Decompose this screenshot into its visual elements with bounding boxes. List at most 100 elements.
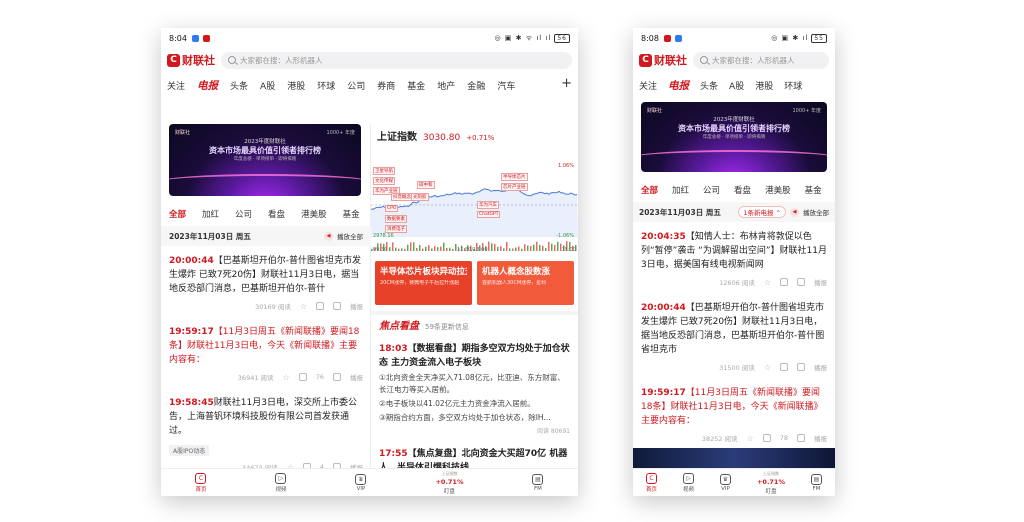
- nav-tab[interactable]: 环球: [784, 79, 802, 92]
- subtab[interactable]: 港美股: [765, 184, 791, 196]
- news-thumbnail-image[interactable]: [633, 448, 835, 468]
- focus-news-item[interactable]: 18:03【数据看盘】期指多空双方均处于加仓状态 主力资金流入电子板块 ①北向资金…: [371, 336, 578, 441]
- nav-tab[interactable]: 电报: [197, 78, 218, 93]
- listen-button[interactable]: 播报: [814, 277, 827, 287]
- comment-icon[interactable]: [298, 373, 307, 381]
- tab-video[interactable]: ▷ 视频: [275, 472, 287, 493]
- tab-watch[interactable]: 上证指数 +0.71% 盯盘: [435, 471, 463, 495]
- share-icon[interactable]: [797, 278, 805, 286]
- status-bar: 8:04 ◎ ▣ ✱ ᯤ ıl ıl 56: [161, 28, 578, 48]
- chart-event-label[interactable]: 数据要素: [385, 215, 407, 223]
- news-body: 19:59:17【11月3日周五《新闻联播》要闻18条】财联社11月3日电，今天…: [641, 386, 827, 428]
- chart-event-label[interactable]: 光刻胶: [411, 193, 429, 201]
- nav-tab[interactable]: 港股: [287, 79, 305, 92]
- tab-home[interactable]: C 首页: [645, 472, 657, 493]
- news-item[interactable]: 19:59:17【11月3日周五《新闻联播》要闻18条】财联社11月3日电，今天…: [633, 378, 835, 449]
- ranking-banner[interactable]: 财联社 1000+ 年度 2023年度财联社 资本市场最具价值引领者排行榜 年度…: [169, 124, 361, 196]
- chart-event-label[interactable]: 华为汽车: [477, 201, 499, 209]
- nav-tab[interactable]: 头条: [230, 79, 248, 92]
- news-item[interactable]: 20:00:44【巴基斯坦开伯尔-普什图省坦克市发生爆炸 已致7死20伤】财联社…: [633, 293, 835, 378]
- nav-tab[interactable]: A股: [729, 79, 744, 92]
- index-intraday-chart[interactable]: 1.06% -1.06% 2978.16 09:30 11:30/13:00 15:00 卫…: [371, 147, 578, 255]
- play-all-label[interactable]: 播放全部: [803, 207, 829, 217]
- listen-button[interactable]: 播报: [814, 433, 827, 443]
- subtab[interactable]: 公司: [235, 208, 252, 220]
- speaker-icon[interactable]: ◀: [790, 207, 799, 217]
- chart-event-label[interactable]: CPO: [385, 205, 399, 212]
- comment-icon[interactable]: [316, 302, 324, 310]
- nav-tab[interactable]: 关注: [639, 79, 657, 92]
- share-icon[interactable]: [797, 363, 805, 371]
- listen-button[interactable]: 播报: [814, 362, 827, 372]
- search-input[interactable]: 大家都在搜：人形机器人: [693, 51, 829, 69]
- play-all-button[interactable]: ◀ 播放全部: [324, 231, 363, 241]
- index-header[interactable]: 上证指数 3030.80 +0.71%: [371, 124, 578, 147]
- comment-icon[interactable]: [780, 278, 788, 286]
- subtab[interactable]: 加红: [672, 184, 689, 196]
- chart-event-label[interactable]: 抖音概念: [391, 193, 413, 201]
- chart-event-label[interactable]: 文化传媒: [373, 177, 395, 185]
- subtab[interactable]: 基金: [343, 208, 360, 220]
- nav-tab[interactable]: 电报: [668, 78, 689, 93]
- star-icon[interactable]: ☆: [747, 434, 754, 443]
- subtab[interactable]: 加红: [202, 208, 219, 220]
- news-item[interactable]: 20:04:35【知情人士：布林肯将敦促以色列“暂停”袭击 “为调解留出空间”】…: [633, 222, 835, 293]
- subtab[interactable]: 公司: [703, 184, 720, 196]
- nav-tab[interactable]: 汽车: [497, 79, 515, 92]
- news-item[interactable]: 19:59:17【11月3日周五《新闻联播》要闻18条】财联社11月3日电，今天…: [161, 317, 371, 388]
- listen-button[interactable]: 播报: [350, 372, 363, 382]
- hot-topic-card[interactable]: 机器人概念股数涨 首航机器人30CM涨停，星科: [477, 261, 574, 305]
- news-item[interactable]: 20:00:44【巴基斯坦开伯尔-普什图省坦克市发生爆炸 已致7死20伤】财联社…: [161, 246, 371, 317]
- new-updates-pill[interactable]: 1条新电报 ⌃: [738, 206, 786, 218]
- nav-tab[interactable]: 基金: [407, 79, 425, 92]
- share-icon[interactable]: [333, 302, 341, 310]
- star-icon[interactable]: ☆: [283, 373, 290, 382]
- comment-icon[interactable]: [780, 363, 788, 371]
- chart-event-label[interactable]: 碳中和: [417, 181, 435, 189]
- subtab[interactable]: 看盘: [268, 208, 285, 220]
- nav-tab[interactable]: 港股: [755, 79, 773, 92]
- subtab[interactable]: 基金: [805, 184, 822, 196]
- star-icon[interactable]: ☆: [764, 278, 771, 287]
- tab-video[interactable]: ▷ 视频: [682, 472, 694, 493]
- nav-tab[interactable]: 关注: [167, 79, 185, 92]
- news-item[interactable]: 19:58:45财联社11月3日电，深交所上市委公告，上海普钒环境科技股份有限公…: [161, 388, 371, 478]
- tab-home[interactable]: C 首页: [195, 472, 207, 493]
- chart-event-label[interactable]: 半导体芯片: [501, 173, 528, 181]
- tab-vip[interactable]: ♛ VIP: [719, 473, 731, 492]
- app-logo[interactable]: C 财联社: [167, 52, 215, 68]
- nav-tab[interactable]: 金融: [467, 79, 485, 92]
- subtab[interactable]: 港美股: [301, 208, 327, 220]
- chart-event-label[interactable]: 消费电子: [385, 225, 407, 233]
- nav-tab[interactable]: 头条: [700, 79, 718, 92]
- search-input[interactable]: 大家都在搜：人形机器人: [221, 51, 572, 69]
- tab-fm[interactable]: ▤ FM: [532, 473, 544, 492]
- chart-event-label[interactable]: 卫星导航: [373, 167, 395, 175]
- nav-tab[interactable]: 公司: [347, 79, 365, 92]
- subtab[interactable]: 全部: [641, 184, 658, 196]
- star-icon[interactable]: ☆: [764, 363, 771, 372]
- subtab[interactable]: 看盘: [734, 184, 751, 196]
- nav-tab[interactable]: 地产: [437, 79, 455, 92]
- hot-topic-card[interactable]: 半导体芯片板块异动拉升 20CM涨停，赛微电子午后拉升涨超: [375, 261, 472, 305]
- star-icon[interactable]: ☆: [300, 302, 307, 311]
- chart-event-label[interactable]: 芯片产业链: [501, 183, 528, 191]
- ranking-banner[interactable]: 财联社 1000+ 年度 2023年度财联社 资本市场最具价值引领者排行榜 年度…: [641, 102, 827, 172]
- share-icon[interactable]: [333, 373, 341, 381]
- add-channel-plus-icon[interactable]: +: [557, 76, 572, 91]
- subtab[interactable]: 全部: [169, 208, 186, 220]
- tab-fm[interactable]: ▤ FM: [810, 473, 822, 492]
- nav-tab[interactable]: A股: [260, 79, 275, 92]
- listen-button[interactable]: 播报: [350, 301, 363, 311]
- share-icon[interactable]: [797, 434, 805, 442]
- tab-vip[interactable]: ♛ VIP: [355, 473, 367, 492]
- tab-watch[interactable]: 上证指数 +0.71% 盯盘: [757, 471, 785, 495]
- nav-tab[interactable]: 环球: [317, 79, 335, 92]
- chart-event-label[interactable]: ChatGPT: [477, 211, 501, 218]
- nav-tab[interactable]: 券商: [377, 79, 395, 92]
- app-logo[interactable]: C 财联社: [639, 52, 687, 68]
- read-count: 31500 阅读: [719, 364, 755, 372]
- comment-icon[interactable]: [762, 434, 771, 442]
- x-label: 15:00: [561, 247, 576, 253]
- news-tag[interactable]: A股IPO动态: [169, 445, 210, 456]
